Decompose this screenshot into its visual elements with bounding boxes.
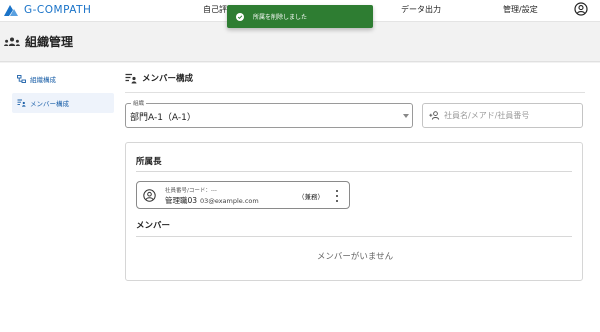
members-section-title: メンバー xyxy=(136,221,171,231)
nav-self-evaluation[interactable]: 自己評 xyxy=(203,4,227,15)
manager-card[interactable]: 社員番号/コード：--- 管理職03 03@example.com （兼務） xyxy=(136,181,350,209)
add-person-icon xyxy=(429,111,440,120)
affiliation-panel: 所属長 社員番号/コード：--- 管理職03 03@example.com （兼務… xyxy=(125,142,583,281)
employee-code: 社員番号/コード：--- xyxy=(165,188,217,194)
concurrent-badge: （兼務） xyxy=(298,193,324,201)
check-circle-icon xyxy=(236,12,244,21)
sidebar-item-label: 組織構成 xyxy=(30,76,56,84)
avatar-icon xyxy=(143,189,156,202)
toast-message: 所属を削除しました xyxy=(253,14,308,21)
logo-mark-icon xyxy=(4,5,18,16)
page-header: 組織管理 xyxy=(0,22,600,62)
nav-admin-settings[interactable]: 管理/設定 xyxy=(503,4,538,15)
dropdown-arrow-icon xyxy=(403,114,409,118)
member-structure-content: メンバー構成 組織 部門A-1（A-1） 社員名/メアド/社員番号 所属長 社員… xyxy=(125,70,585,281)
divider xyxy=(125,92,585,93)
sidebar-item-member-structure[interactable]: メンバー構成 xyxy=(12,93,114,113)
manager-section-title: 所属長 xyxy=(136,157,162,167)
sidebar-item-label: メンバー構成 xyxy=(30,100,69,108)
employee-email: 03@example.com xyxy=(200,197,259,205)
organization-select-label: 組織 xyxy=(131,99,147,107)
more-options-icon[interactable] xyxy=(334,189,340,203)
logo-text: G-COMPATH xyxy=(24,4,92,16)
organization-icon xyxy=(4,37,20,46)
section-header: メンバー構成 xyxy=(125,70,585,86)
employee-name: 管理職03 xyxy=(165,196,198,205)
success-toast: 所属を削除しました xyxy=(227,5,373,28)
member-list-icon xyxy=(17,99,26,107)
logo[interactable]: G-COMPATH xyxy=(4,2,91,18)
divider xyxy=(136,236,572,237)
nav-data-export[interactable]: データ出力 xyxy=(401,4,441,15)
sidebar: 組織構成 メンバー構成 xyxy=(12,69,114,117)
sidebar-item-org-structure[interactable]: 組織構成 xyxy=(12,69,114,89)
account-icon[interactable] xyxy=(574,2,588,16)
search-placeholder: 社員名/メアド/社員番号 xyxy=(444,111,530,120)
organization-select[interactable]: 組織 部門A-1（A-1） xyxy=(125,99,413,128)
empty-members-message: メンバーがいません xyxy=(316,252,394,262)
main-area: 組織構成 メンバー構成 メンバー構成 組織 部門A-1（A-1） 社員名/メアド… xyxy=(0,63,600,332)
section-title: メンバー構成 xyxy=(142,74,194,84)
org-chart-icon xyxy=(17,75,26,83)
member-list-icon xyxy=(125,73,137,83)
employee-name-line: 管理職03 03@example.com xyxy=(165,195,259,206)
divider xyxy=(136,171,572,172)
organization-select-value: 部門A-1（A-1） xyxy=(130,113,196,123)
page-title: 組織管理 xyxy=(25,35,74,49)
member-search-input[interactable]: 社員名/メアド/社員番号 xyxy=(422,103,583,128)
